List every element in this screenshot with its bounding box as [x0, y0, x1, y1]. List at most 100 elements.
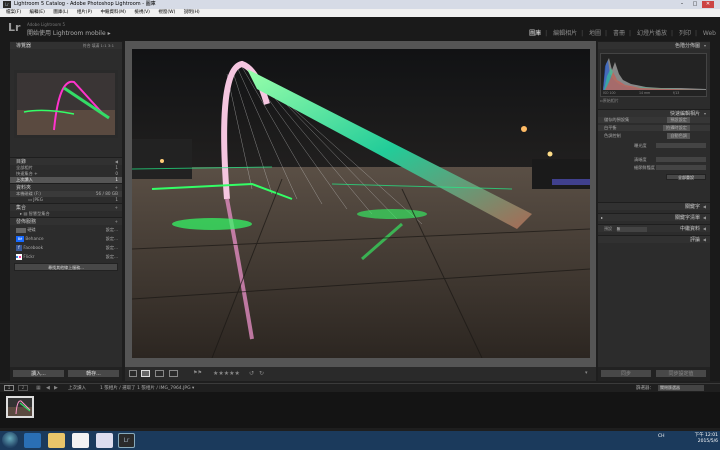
- import-button[interactable]: 讀入...: [12, 369, 65, 378]
- navigator-header[interactable]: 導覽器 符合 填滿 1:1 3:1: [10, 41, 122, 49]
- expand-icon[interactable]: ◀: [703, 225, 706, 233]
- module-web[interactable]: Web: [703, 30, 716, 37]
- catalog-header[interactable]: 目錄 ◀: [10, 157, 122, 165]
- start-button[interactable]: [2, 432, 18, 448]
- ie-icon[interactable]: [24, 433, 41, 448]
- language-indicator[interactable]: CH: [658, 434, 665, 439]
- expand-icon[interactable]: ◀: [703, 203, 706, 211]
- loupe-photo[interactable]: [131, 49, 591, 359]
- module-library[interactable]: 圖庫: [529, 30, 541, 37]
- zoom-fill[interactable]: 填滿: [92, 43, 100, 48]
- zoom-3-1[interactable]: 3:1: [108, 43, 114, 48]
- forward-icon[interactable]: ▶: [54, 385, 58, 391]
- menu-library[interactable]: 圖庫(L): [53, 10, 68, 15]
- preset-select[interactable]: 預設設定: [667, 117, 690, 123]
- collection-set-icon: ▸ ▤: [20, 211, 29, 216]
- preset-label: 儲存的預設集: [604, 117, 630, 122]
- metadata-header[interactable]: 預設 無 中繼資料 ◀: [598, 224, 710, 232]
- navigator-thumbnail: [14, 70, 118, 138]
- lightroom-taskbar-icon[interactable]: Lr: [118, 433, 135, 448]
- keywording-header[interactable]: 關鍵字 ◀: [598, 202, 710, 210]
- publish-header[interactable]: 發佈服務 +: [10, 217, 122, 225]
- publish-service-facebook[interactable]: f Facebook 設定...: [10, 243, 122, 252]
- publish-service-hd[interactable]: 硬碟 設定...: [10, 225, 122, 234]
- menu-file[interactable]: 檔案(F): [6, 10, 21, 15]
- vibrance-stepper[interactable]: [656, 165, 706, 170]
- menu-photo[interactable]: 相片(P): [77, 10, 92, 15]
- maximize-button[interactable]: □: [689, 1, 701, 8]
- tray-date: 2015/5/6: [697, 439, 718, 444]
- explorer-icon[interactable]: [48, 433, 65, 448]
- page-2-button[interactable]: 2: [18, 385, 28, 391]
- service-setup[interactable]: 設定...: [106, 243, 118, 252]
- expand-icon[interactable]: ◀: [703, 236, 706, 244]
- quick-develop-header[interactable]: 快速編輯相片 ▾: [598, 109, 710, 117]
- menu-help[interactable]: 說明(H): [184, 10, 200, 15]
- loupe-view-icon[interactable]: [141, 370, 150, 377]
- collapse-icon[interactable]: ▾: [704, 42, 706, 50]
- close-button[interactable]: ✕: [702, 1, 714, 8]
- menu-window[interactable]: 視窗(W): [158, 10, 175, 15]
- menu-view[interactable]: 檢視(V): [134, 10, 150, 15]
- service-setup[interactable]: 設定...: [106, 252, 118, 261]
- publish-service-flickr[interactable]: Flickr 設定...: [10, 252, 122, 261]
- module-print[interactable]: 列印: [679, 30, 691, 37]
- filter-select[interactable]: 關閉篩選器: [658, 385, 704, 391]
- sync-button[interactable]: 同步: [600, 369, 652, 378]
- catalog-item-label: 快速集合 +: [16, 171, 38, 176]
- clarity-stepper[interactable]: [656, 157, 706, 162]
- module-book[interactable]: 書冊: [613, 30, 625, 37]
- expand-left-icon[interactable]: ▸: [601, 214, 603, 222]
- service-setup[interactable]: 設定...: [106, 234, 118, 243]
- keyword-list-header[interactable]: ▸ 關鍵字清單 ◀: [598, 213, 710, 221]
- source-label[interactable]: 上次讀入: [68, 385, 86, 391]
- module-slideshow[interactable]: 幻燈片播放: [637, 30, 667, 37]
- folders-header[interactable]: 資料夾 +: [10, 183, 122, 191]
- auto-tone-button[interactable]: 自動色調: [667, 133, 690, 139]
- wb-label: 白平衡: [604, 125, 617, 130]
- navigator-preview[interactable]: [14, 70, 118, 138]
- mobile-sync-link[interactable]: 開始使用 Lightroom mobile ▸: [27, 28, 111, 37]
- sync-settings-button[interactable]: 同步設定值: [655, 369, 707, 378]
- menu-metadata[interactable]: 中繼資料(M): [100, 10, 125, 15]
- photo-image: [131, 49, 591, 359]
- flag-icon[interactable]: ⚑⚑: [193, 370, 202, 376]
- menu-edit[interactable]: 編輯(E): [30, 10, 45, 15]
- exposure-stepper[interactable]: [656, 143, 706, 148]
- grid-icon[interactable]: ▦: [36, 385, 41, 391]
- zoom-1-1[interactable]: 1:1: [101, 43, 107, 48]
- thumbnail-image: [8, 398, 32, 416]
- rotate-right-icon[interactable]: ↻: [259, 370, 264, 377]
- histogram: ISO 100 14 mm f/13: [600, 53, 707, 97]
- module-develop[interactable]: 編輯相片: [553, 30, 577, 37]
- collections-header[interactable]: 集合 +: [10, 203, 122, 211]
- comments-header[interactable]: 評論 ◀: [598, 235, 710, 243]
- histogram-header[interactable]: 色階分佈圖 ▾: [598, 41, 710, 49]
- find-more-services-button[interactable]: 尋找其他線上服務...: [14, 263, 118, 271]
- grid-view-icon[interactable]: [129, 370, 137, 377]
- tone-label: 色調控制: [604, 133, 621, 138]
- filmstrip-info[interactable]: 1 張相片 / 選取了 1 張相片 / IMG_7964.JPG ▾: [100, 385, 194, 391]
- app-icon-word[interactable]: [96, 433, 113, 448]
- wb-select[interactable]: 拍攝時設定: [663, 125, 690, 131]
- catalog-item-label: 上次讀入: [16, 177, 33, 182]
- rotate-left-icon[interactable]: ↺: [249, 370, 254, 377]
- reset-all-button[interactable]: 全部重設: [666, 174, 706, 180]
- back-icon[interactable]: ◀: [46, 385, 50, 391]
- page-1-button[interactable]: 1: [4, 385, 14, 391]
- tray-clock[interactable]: 下午 12:01 2015/5/6: [680, 433, 718, 445]
- zoom-fit[interactable]: 符合: [83, 43, 91, 48]
- filmstrip-thumbnail[interactable]: [6, 396, 34, 418]
- module-map[interactable]: 地圖: [589, 30, 601, 37]
- toolbar-menu-icon[interactable]: ▾: [585, 370, 588, 376]
- expand-icon[interactable]: ◀: [703, 214, 706, 222]
- export-button[interactable]: 轉存...: [67, 369, 120, 378]
- rating-stars[interactable]: ★★★★★: [213, 370, 240, 377]
- metadata-preset-select[interactable]: 無: [616, 227, 647, 232]
- survey-view-icon[interactable]: [169, 370, 178, 377]
- publish-service-behance[interactable]: Bē Behance 設定...: [10, 234, 122, 243]
- compare-view-icon[interactable]: [155, 370, 164, 377]
- service-setup[interactable]: 設定...: [106, 225, 118, 234]
- chrome-icon[interactable]: [72, 433, 89, 448]
- minimize-button[interactable]: –: [676, 1, 688, 8]
